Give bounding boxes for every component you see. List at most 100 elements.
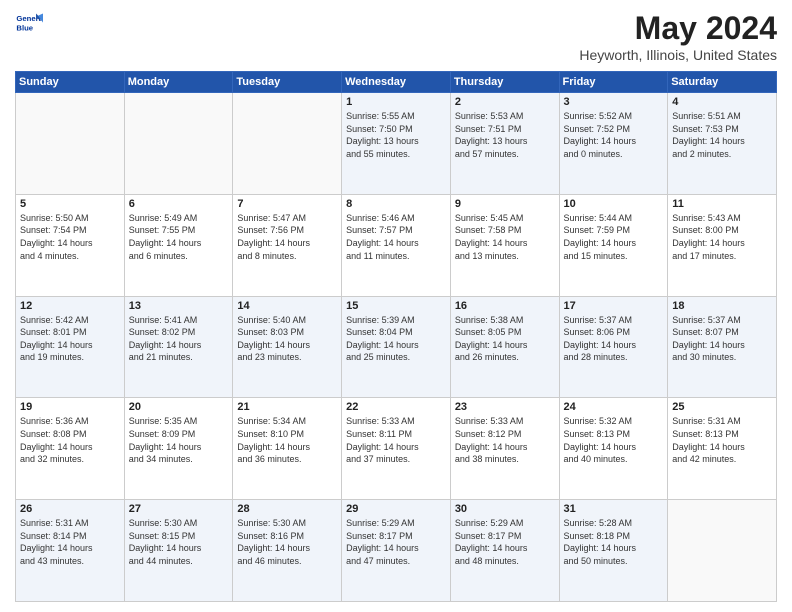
day-info: Sunrise: 5:31 AM Sunset: 8:14 PM Dayligh… (20, 517, 120, 567)
day-number: 7 (237, 198, 337, 210)
day-info: Sunrise: 5:30 AM Sunset: 8:15 PM Dayligh… (129, 517, 229, 567)
calendar-cell: 24 Sunrise: 5:32 AM Sunset: 8:13 PM Dayli… (559, 398, 668, 500)
day-info: Sunrise: 5:37 AM Sunset: 8:06 PM Dayligh… (564, 314, 664, 364)
day-number: 3 (564, 96, 664, 108)
day-number: 19 (20, 401, 120, 413)
calendar-cell: 14 Sunrise: 5:40 AM Sunset: 8:03 PM Dayli… (233, 296, 342, 398)
day-number: 11 (672, 198, 772, 210)
day-info: Sunrise: 5:37 AM Sunset: 8:07 PM Dayligh… (672, 314, 772, 364)
col-sunday: Sunday (16, 72, 125, 93)
day-number: 2 (455, 96, 555, 108)
calendar-cell: 19 Sunrise: 5:36 AM Sunset: 8:08 PM Dayli… (16, 398, 125, 500)
day-info: Sunrise: 5:36 AM Sunset: 8:08 PM Dayligh… (20, 415, 120, 465)
day-info: Sunrise: 5:31 AM Sunset: 8:13 PM Dayligh… (672, 415, 772, 465)
day-info: Sunrise: 5:46 AM Sunset: 7:57 PM Dayligh… (346, 212, 446, 262)
day-number: 5 (20, 198, 120, 210)
title-block: May 2024 Heyworth, Illinois, United Stat… (579, 10, 777, 63)
day-info: Sunrise: 5:38 AM Sunset: 8:05 PM Dayligh… (455, 314, 555, 364)
day-info: Sunrise: 5:49 AM Sunset: 7:55 PM Dayligh… (129, 212, 229, 262)
calendar-cell: 11Sunrise: 5:43 AM Sunset: 8:00 PM Dayli… (668, 194, 777, 296)
day-info: Sunrise: 5:51 AM Sunset: 7:53 PM Dayligh… (672, 110, 772, 160)
col-wednesday: Wednesday (342, 72, 451, 93)
calendar-cell: 1 Sunrise: 5:55 AM Sunset: 7:50 PM Daylig… (342, 93, 451, 195)
day-number: 23 (455, 401, 555, 413)
day-number: 16 (455, 300, 555, 312)
day-info: Sunrise: 5:29 AM Sunset: 8:17 PM Dayligh… (455, 517, 555, 567)
calendar-cell (16, 93, 125, 195)
calendar-subtitle: Heyworth, Illinois, United States (579, 47, 777, 63)
calendar-cell: 21 Sunrise: 5:34 AM Sunset: 8:10 PM Dayli… (233, 398, 342, 500)
calendar-cell: 3 Sunrise: 5:52 AM Sunset: 7:52 PM Daylig… (559, 93, 668, 195)
day-number: 13 (129, 300, 229, 312)
calendar-cell: 27Sunrise: 5:30 AM Sunset: 8:15 PM Dayli… (124, 500, 233, 602)
day-number: 6 (129, 198, 229, 210)
calendar-cell: 4 Sunrise: 5:51 AM Sunset: 7:53 PM Daylig… (668, 93, 777, 195)
day-info: Sunrise: 5:44 AM Sunset: 7:59 PM Dayligh… (564, 212, 664, 262)
day-number: 29 (346, 503, 446, 515)
calendar-title: May 2024 (579, 10, 777, 47)
logo: General Blue (15, 10, 43, 38)
calendar-cell: 2 Sunrise: 5:53 AM Sunset: 7:51 PM Daylig… (450, 93, 559, 195)
calendar-week-row: 1 Sunrise: 5:55 AM Sunset: 7:50 PM Daylig… (16, 93, 777, 195)
day-number: 30 (455, 503, 555, 515)
calendar-cell (668, 500, 777, 602)
calendar-cell: 8 Sunrise: 5:46 AM Sunset: 7:57 PM Daylig… (342, 194, 451, 296)
day-info: Sunrise: 5:40 AM Sunset: 8:03 PM Dayligh… (237, 314, 337, 364)
calendar-cell: 10 Sunrise: 5:44 AM Sunset: 7:59 PM Dayli… (559, 194, 668, 296)
day-info: Sunrise: 5:32 AM Sunset: 8:13 PM Dayligh… (564, 415, 664, 465)
header: General Blue May 2024 Heyworth, Illinois… (15, 10, 777, 63)
col-friday: Friday (559, 72, 668, 93)
calendar-week-row: 5 Sunrise: 5:50 AM Sunset: 7:54 PM Daylig… (16, 194, 777, 296)
day-info: Sunrise: 5:34 AM Sunset: 8:10 PM Dayligh… (237, 415, 337, 465)
day-info: Sunrise: 5:42 AM Sunset: 8:01 PM Dayligh… (20, 314, 120, 364)
calendar-cell: 6 Sunrise: 5:49 AM Sunset: 7:55 PM Daylig… (124, 194, 233, 296)
day-number: 17 (564, 300, 664, 312)
calendar-week-row: 26Sunrise: 5:31 AM Sunset: 8:14 PM Dayli… (16, 500, 777, 602)
day-info: Sunrise: 5:50 AM Sunset: 7:54 PM Dayligh… (20, 212, 120, 262)
day-number: 22 (346, 401, 446, 413)
day-info: Sunrise: 5:28 AM Sunset: 8:18 PM Dayligh… (564, 517, 664, 567)
day-info: Sunrise: 5:52 AM Sunset: 7:52 PM Dayligh… (564, 110, 664, 160)
day-number: 31 (564, 503, 664, 515)
calendar-cell: 7 Sunrise: 5:47 AM Sunset: 7:56 PM Daylig… (233, 194, 342, 296)
day-info: Sunrise: 5:45 AM Sunset: 7:58 PM Dayligh… (455, 212, 555, 262)
calendar-cell: 23Sunrise: 5:33 AM Sunset: 8:12 PM Dayli… (450, 398, 559, 500)
day-number: 10 (564, 198, 664, 210)
day-info: Sunrise: 5:55 AM Sunset: 7:50 PM Dayligh… (346, 110, 446, 160)
day-number: 8 (346, 198, 446, 210)
day-number: 20 (129, 401, 229, 413)
calendar-cell: 22 Sunrise: 5:33 AM Sunset: 8:11 PM Dayli… (342, 398, 451, 500)
calendar-cell: 18 Sunrise: 5:37 AM Sunset: 8:07 PM Dayli… (668, 296, 777, 398)
day-info: Sunrise: 5:47 AM Sunset: 7:56 PM Dayligh… (237, 212, 337, 262)
calendar-cell: 30 Sunrise: 5:29 AM Sunset: 8:17 PM Dayli… (450, 500, 559, 602)
page: General Blue May 2024 Heyworth, Illinois… (0, 0, 792, 612)
calendar-week-row: 19 Sunrise: 5:36 AM Sunset: 8:08 PM Dayli… (16, 398, 777, 500)
day-info: Sunrise: 5:53 AM Sunset: 7:51 PM Dayligh… (455, 110, 555, 160)
day-info: Sunrise: 5:33 AM Sunset: 8:11 PM Dayligh… (346, 415, 446, 465)
calendar-cell: 16 Sunrise: 5:38 AM Sunset: 8:05 PM Dayli… (450, 296, 559, 398)
calendar-cell: 9 Sunrise: 5:45 AM Sunset: 7:58 PM Daylig… (450, 194, 559, 296)
header-row: Sunday Monday Tuesday Wednesday Thursday… (16, 72, 777, 93)
col-saturday: Saturday (668, 72, 777, 93)
day-number: 15 (346, 300, 446, 312)
day-number: 12 (20, 300, 120, 312)
calendar-cell: 20Sunrise: 5:35 AM Sunset: 8:09 PM Dayli… (124, 398, 233, 500)
day-number: 4 (672, 96, 772, 108)
calendar-cell: 17 Sunrise: 5:37 AM Sunset: 8:06 PM Dayli… (559, 296, 668, 398)
calendar-week-row: 12 Sunrise: 5:42 AM Sunset: 8:01 PM Dayli… (16, 296, 777, 398)
day-info: Sunrise: 5:29 AM Sunset: 8:17 PM Dayligh… (346, 517, 446, 567)
calendar-cell: 15 Sunrise: 5:39 AM Sunset: 8:04 PM Dayli… (342, 296, 451, 398)
day-number: 1 (346, 96, 446, 108)
calendar-cell: 28Sunrise: 5:30 AM Sunset: 8:16 PM Dayli… (233, 500, 342, 602)
calendar-cell: 25Sunrise: 5:31 AM Sunset: 8:13 PM Dayli… (668, 398, 777, 500)
day-number: 14 (237, 300, 337, 312)
day-number: 18 (672, 300, 772, 312)
day-number: 9 (455, 198, 555, 210)
day-info: Sunrise: 5:41 AM Sunset: 8:02 PM Dayligh… (129, 314, 229, 364)
col-thursday: Thursday (450, 72, 559, 93)
svg-text:Blue: Blue (16, 23, 33, 32)
day-number: 21 (237, 401, 337, 413)
day-info: Sunrise: 5:39 AM Sunset: 8:04 PM Dayligh… (346, 314, 446, 364)
calendar-cell: 31 Sunrise: 5:28 AM Sunset: 8:18 PM Dayli… (559, 500, 668, 602)
day-number: 24 (564, 401, 664, 413)
